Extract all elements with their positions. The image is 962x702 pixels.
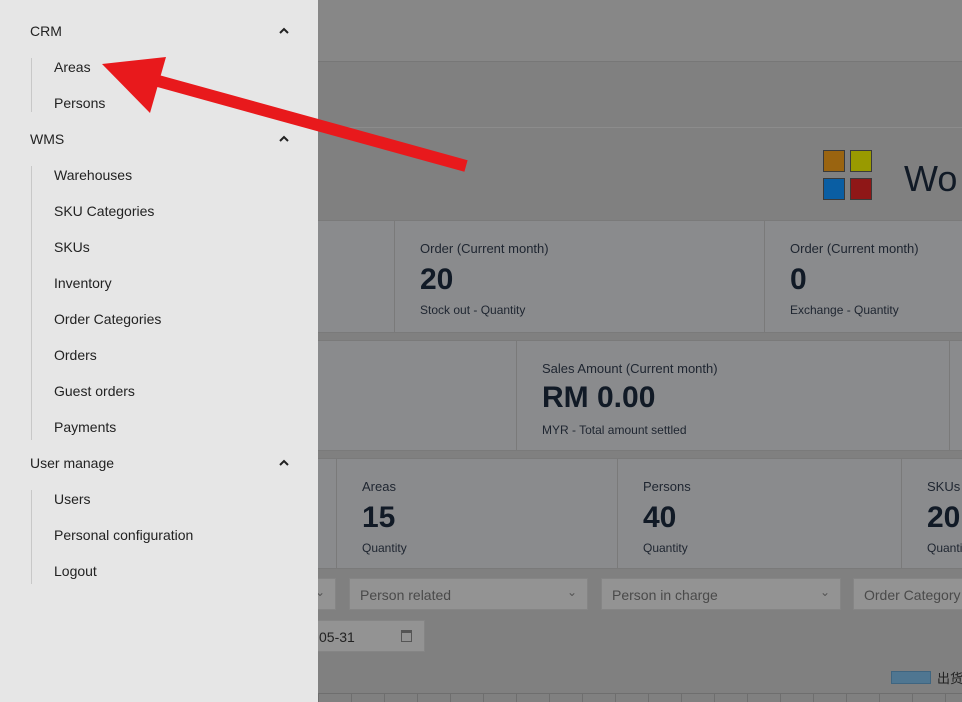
stat-card-sales-amount[interactable]: Sales Amount (Current month) RM 0.00 MYR… [516,341,949,450]
page-title: Wo [904,158,958,199]
sidebar-item-orders[interactable]: Orders [54,347,97,363]
card-title: Persons [643,479,691,494]
chevron-down-icon: ⌄ [566,585,577,599]
stats-row-3: Areas 15 Quantity Persons 40 Quantity SK… [318,458,962,569]
card-title: Areas [362,479,396,494]
card-subtitle: Stock out - Quantity [420,303,526,317]
legend-swatch [891,671,931,684]
card-value: 20 [927,501,961,534]
stats-row-1: Order (Current month) 20 Stock out - Qua… [318,220,962,333]
sidebar-item-order-categories[interactable]: Order Categories [54,311,161,327]
card-subtitle: MYR - Total amount settled [542,423,687,437]
card-title: Order (Current month) [790,241,919,256]
sidebar-item-warehouses[interactable]: Warehouses [54,167,132,183]
card-value: 0 [790,263,807,296]
sidebar-item-areas[interactable]: Areas [54,59,91,75]
sidebar-item-payments[interactable]: Payments [54,419,116,435]
card-title: SKUs [927,479,961,494]
select-placeholder: Order Category [864,587,961,603]
card-subtitle: Quantity [927,541,962,555]
stat-card-skus[interactable]: SKUs 20 Quantity [901,459,962,568]
menu-section-crm[interactable]: CRM [30,23,62,39]
card-value: 20 [420,263,454,296]
sidebar-item-personal-configuration[interactable]: Personal configuration [54,527,193,543]
card-title: Order (Current month) [420,241,549,256]
legend-label[interactable]: 出货 [937,668,962,687]
card-value: 40 [643,501,677,534]
sidebar-menu: CRM Areas Persons WMS Warehouses SKU Cat… [0,0,318,702]
tabs-band [318,62,962,128]
card-value: RM 0.00 [542,381,656,414]
sidebar-item-logout[interactable]: Logout [54,563,97,579]
sidebar-item-sku-categories[interactable]: SKU Categories [54,203,154,219]
dashboard-main: Wo Order (Current month) 20 Stock out - … [318,0,962,702]
app-logo [823,150,875,202]
order-category-select[interactable]: Order Category [853,578,962,610]
select-placeholder: Person in charge [612,587,718,603]
card-subtitle: Exchange - Quantity [790,303,899,317]
chart-grid [318,693,962,702]
sidebar-item-users[interactable]: Users [54,491,91,507]
card-subtitle: Quantity [643,541,688,555]
sidebar-item-inventory[interactable]: Inventory [54,275,112,291]
card-value: 15 [362,501,396,534]
sidebar-item-persons[interactable]: Persons [54,95,105,111]
card-subtitle: Quantity [362,541,407,555]
stat-card-partial [949,341,962,450]
chevron-up-icon[interactable] [278,133,290,145]
sidebar-item-guest-orders[interactable]: Guest orders [54,383,135,399]
filter-select-partial[interactable]: ⌄ [318,578,336,610]
stat-card-exchange[interactable]: Order (Current month) 0 Exchange - Quant… [764,221,962,332]
card-title: Sales Amount (Current month) [542,361,718,376]
chevron-down-icon: ⌄ [318,585,325,599]
sidebar-item-skus[interactable]: SKUs [54,239,90,255]
date-value: 05-31 [319,629,355,645]
person-related-select[interactable]: Person related ⌄ [349,578,588,610]
top-bar [318,0,962,62]
menu-section-user-manage[interactable]: User manage [30,455,114,471]
calendar-icon [401,630,412,642]
select-placeholder: Person related [360,587,452,603]
date-range-end-input[interactable]: 05-31 [318,620,425,652]
person-in-charge-select[interactable]: Person in charge ⌄ [601,578,841,610]
menu-section-wms[interactable]: WMS [30,131,64,147]
stat-card-persons[interactable]: Persons 40 Quantity [617,459,901,568]
stats-row-2: Sales Amount (Current month) RM 0.00 MYR… [318,340,962,451]
chevron-up-icon[interactable] [278,457,290,469]
stat-card-areas[interactable]: Areas 15 Quantity [336,459,618,568]
stat-card-stock-out[interactable]: Order (Current month) 20 Stock out - Qua… [394,221,764,332]
chevron-down-icon: ⌄ [819,585,830,599]
chevron-up-icon[interactable] [278,25,290,37]
